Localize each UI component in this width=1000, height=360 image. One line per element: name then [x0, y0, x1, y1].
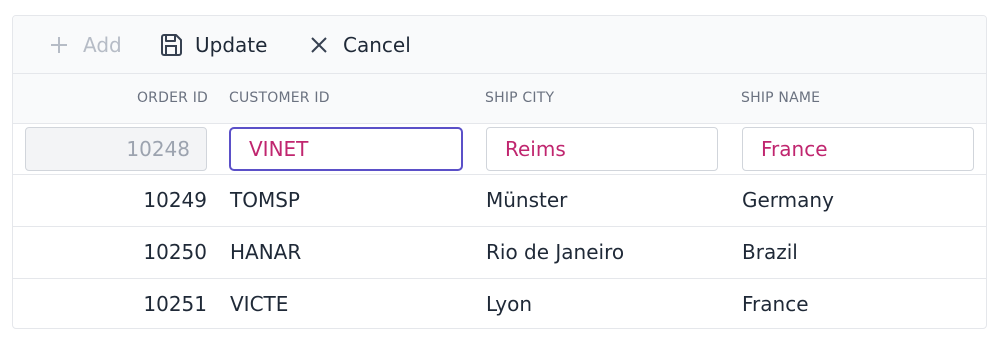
ship-city-cell: Rio de Janeiro	[486, 240, 625, 264]
order-id-cell: 10249	[143, 188, 207, 212]
close-icon	[305, 31, 333, 59]
ship-city-cell: Lyon	[486, 292, 533, 316]
cancel-label: Cancel	[343, 33, 411, 57]
table-row[interactable]: 10249 TOMSP Münster Germany	[13, 175, 986, 227]
ship-name-field[interactable]	[742, 127, 974, 171]
ship-name-cell: France	[742, 292, 809, 316]
data-grid: Add Update Cancel ORDER ID CUSTOMER ID S…	[12, 15, 987, 329]
update-button[interactable]: Update	[157, 16, 267, 74]
customer-id-field[interactable]	[229, 127, 463, 171]
customer-id-cell: HANAR	[230, 240, 302, 264]
customer-id-cell: VICTE	[230, 292, 289, 316]
cancel-button[interactable]: Cancel	[305, 16, 411, 74]
update-label: Update	[195, 33, 268, 57]
column-header-ship-name[interactable]: SHIP NAME	[741, 74, 820, 123]
add-button[interactable]: Add	[45, 16, 122, 74]
edit-row	[13, 124, 986, 175]
ship-name-cell: Brazil	[742, 240, 798, 264]
ship-city-field[interactable]	[486, 127, 718, 171]
table-row[interactable]: 10250 HANAR Rio de Janeiro Brazil	[13, 227, 986, 279]
add-label: Add	[83, 33, 122, 57]
order-id-cell: 10250	[143, 240, 207, 264]
order-id-field[interactable]	[25, 127, 207, 171]
column-header-order-id[interactable]: ORDER ID	[13, 74, 208, 123]
column-header-customer-id[interactable]: CUSTOMER ID	[229, 74, 330, 123]
customer-id-cell: TOMSP	[230, 188, 300, 212]
plus-icon	[45, 31, 73, 59]
grid-header: ORDER ID CUSTOMER ID SHIP CITY SHIP NAME	[13, 74, 986, 124]
order-id-cell: 10251	[143, 292, 207, 316]
column-header-ship-city[interactable]: SHIP CITY	[485, 74, 554, 123]
table-row[interactable]: 10251 VICTE Lyon France	[13, 279, 986, 328]
grid-toolbar: Add Update Cancel	[13, 16, 986, 74]
ship-city-cell: Münster	[486, 188, 568, 212]
ship-name-cell: Germany	[742, 188, 834, 212]
save-icon	[157, 31, 185, 59]
